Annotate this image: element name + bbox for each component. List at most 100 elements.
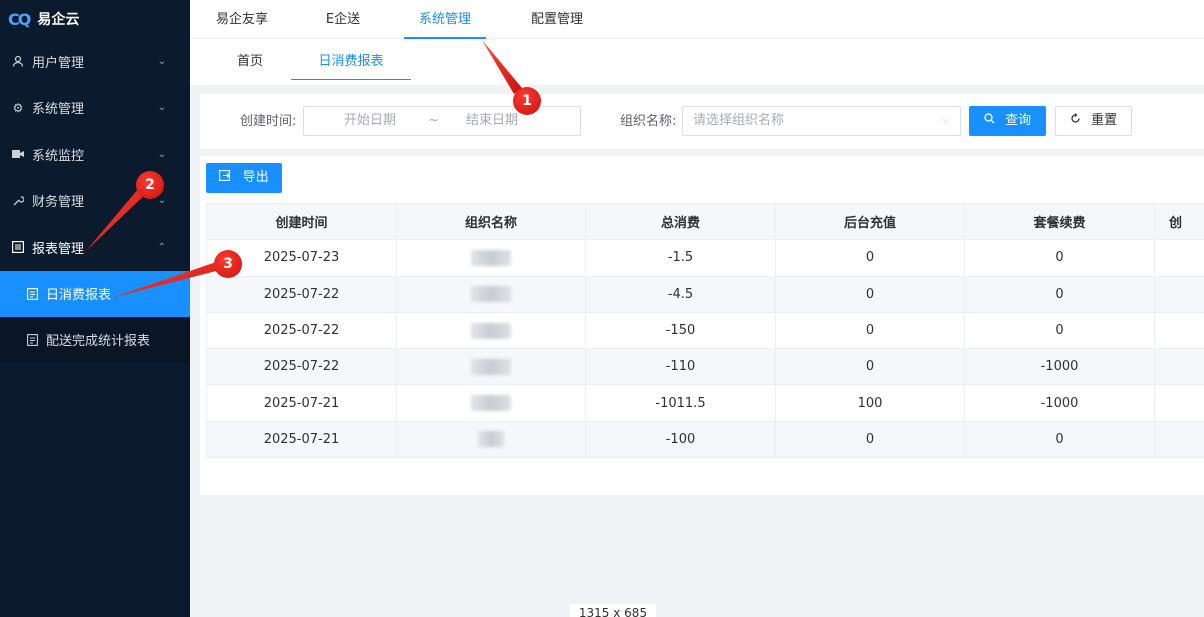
sidebar-subitem-delivery-stats[interactable]: 配送完成统计报表 — [0, 317, 190, 363]
cell-renewal: -1000 — [964, 384, 1155, 422]
search-button-label: 查询 — [1005, 113, 1032, 128]
cell-renewal: 0 — [964, 420, 1155, 459]
annotation-badge-2: 2 — [136, 171, 164, 199]
cell-date: 2025-07-21 — [206, 384, 397, 422]
tab-home[interactable]: 首页 — [216, 39, 284, 80]
chevron-down-icon: ⌵ — [942, 115, 950, 126]
export-button[interactable]: 导出 — [206, 163, 282, 193]
cell-extra — [1154, 420, 1204, 459]
filter-bar: 创建时间: 开始日期 ~ 结束日期 组织名称: 请选择组织名称 ⌵ 查询 重置 — [200, 94, 1204, 149]
table-row: 2025-07-22 -4.5 0 0 — [206, 275, 1204, 313]
sidebar-item-system-management[interactable]: ⚙ 系统管理 ⌄ — [0, 85, 190, 132]
end-date-input[interactable]: 结束日期 — [466, 107, 518, 135]
search-button[interactable]: 查询 — [969, 106, 1046, 136]
report-icon — [24, 333, 40, 346]
report-panel: 导出 创建时间 组织名称 总消费 后台充值 套餐续费 创 2025-07-23 … — [200, 156, 1204, 495]
report-icon — [24, 287, 40, 300]
column-header[interactable]: 创 — [1154, 202, 1204, 241]
reset-button-label: 重置 — [1091, 113, 1118, 128]
chevron-down-icon: ⌄ — [157, 148, 166, 160]
gear-icon: ⚙ — [12, 100, 24, 115]
cell-extra — [1154, 275, 1204, 313]
cell-recharge: 0 — [775, 348, 965, 386]
cell-date: 2025-07-22 — [206, 311, 397, 350]
sidebar-item-label: 报表管理 — [32, 241, 85, 257]
list-icon — [10, 241, 26, 254]
search-icon — [984, 113, 999, 128]
page-tabs: 首页 日消费报表 — [190, 39, 1204, 85]
cell-org-name — [396, 348, 586, 386]
cell-date: 2025-07-21 — [206, 420, 397, 459]
date-range-picker[interactable]: 开始日期 ~ 结束日期 — [303, 106, 581, 136]
cell-org-name — [396, 275, 586, 313]
column-header[interactable]: 套餐续费 — [964, 202, 1155, 241]
logo-mark: CQ — [8, 9, 31, 29]
sidebar-subitem-daily-consumption[interactable]: 日消费报表 — [0, 270, 190, 317]
chevron-down-icon: ⌄ — [157, 55, 166, 67]
chevron-down-icon: ⌄ — [157, 102, 166, 114]
tab-config-management[interactable]: 配置管理 — [516, 0, 598, 39]
cell-renewal: 0 — [964, 275, 1155, 313]
cell-renewal: 0 — [964, 239, 1155, 277]
top-navigation: 易企友享 E企送 系统管理 配置管理 — [190, 0, 1204, 39]
table-row: 2025-07-22 -150 0 0 — [206, 311, 1204, 350]
cell-total: -1011.5 — [585, 384, 776, 422]
reports-submenu: 日消费报表 配送完成统计报表 — [0, 270, 190, 363]
created-time-label: 创建时间: — [240, 114, 297, 129]
redacted-org-name — [478, 431, 504, 448]
cell-extra — [1154, 384, 1204, 422]
redacted-org-name — [471, 286, 511, 303]
sidebar-item-reports[interactable]: 报表管理 ⌃ — [0, 224, 190, 271]
sidebar: CQ 易企云 用户管理 ⌄ ⚙ 系统管理 ⌄ 系统监控 ⌄ 财务管理 ⌄ 报表管… — [0, 0, 190, 617]
column-header[interactable]: 创建时间 — [206, 202, 397, 241]
chevron-up-icon: ⌃ — [157, 241, 166, 253]
cell-recharge: 0 — [775, 239, 965, 277]
table-row: 2025-07-23 -1.5 0 0 — [206, 239, 1204, 277]
cell-recharge: 0 — [775, 275, 965, 313]
redacted-org-name — [471, 395, 511, 412]
wrench-icon — [10, 195, 26, 207]
cell-recharge: 100 — [775, 384, 965, 422]
sidebar-subitem-label: 日消费报表 — [46, 288, 112, 303]
export-icon — [219, 170, 234, 185]
tab-e-delivery[interactable]: E企送 — [306, 0, 380, 39]
sidebar-item-label: 系统监控 — [32, 148, 85, 164]
sidebar-item-label: 系统管理 — [32, 102, 85, 118]
annotation-badge-1: 1 — [513, 87, 541, 115]
table-header-row: 创建时间 组织名称 总消费 后台充值 套餐续费 创 — [206, 202, 1204, 241]
table-row: 2025-07-22 -110 0 -1000 — [206, 348, 1204, 386]
redacted-org-name — [471, 358, 511, 375]
export-button-label: 导出 — [242, 170, 269, 185]
cell-date: 2025-07-22 — [206, 348, 397, 386]
chevron-down-icon: ⌄ — [157, 195, 166, 207]
tab-yiqi-share[interactable]: 易企友享 — [204, 0, 280, 39]
reset-button[interactable]: 重置 — [1055, 106, 1132, 136]
sidebar-subitem-label: 配送完成统计报表 — [46, 334, 151, 349]
cell-total: -110 — [585, 348, 776, 386]
org-select-placeholder: 请选择组织名称 — [693, 113, 785, 128]
logo-text: 易企云 — [37, 12, 80, 28]
start-date-input[interactable]: 开始日期 — [344, 107, 396, 135]
cell-org-name — [396, 311, 586, 350]
cell-extra — [1154, 239, 1204, 277]
cell-total: -150 — [585, 311, 776, 350]
cell-org-name — [396, 420, 586, 459]
org-name-select[interactable]: 请选择组织名称 ⌵ — [682, 106, 961, 136]
sidebar-item-user-management[interactable]: 用户管理 ⌄ — [0, 38, 190, 85]
daily-consumption-table: 创建时间 组织名称 总消费 后台充值 套餐续费 创 2025-07-23 -1.… — [206, 202, 1204, 459]
cell-org-name — [396, 384, 586, 422]
cell-org-name — [396, 239, 586, 277]
annotation-badge-3: 3 — [214, 250, 242, 278]
column-header[interactable]: 总消费 — [585, 202, 776, 241]
tab-system-management[interactable]: 系统管理 — [404, 0, 486, 39]
cell-renewal: 0 — [964, 311, 1155, 350]
cell-total: -1.5 — [585, 239, 776, 277]
cell-extra — [1154, 311, 1204, 350]
table-row: 2025-07-21 -100 0 0 — [206, 420, 1204, 459]
table-row: 2025-07-21 -1011.5 100 -1000 — [206, 384, 1204, 422]
cell-total: -100 — [585, 420, 776, 459]
sidebar-item-system-monitor[interactable]: 系统监控 ⌄ — [0, 131, 190, 178]
column-header[interactable]: 后台充值 — [775, 202, 965, 241]
column-header[interactable]: 组织名称 — [396, 202, 586, 241]
tab-daily-consumption[interactable]: 日消费报表 — [291, 39, 411, 80]
